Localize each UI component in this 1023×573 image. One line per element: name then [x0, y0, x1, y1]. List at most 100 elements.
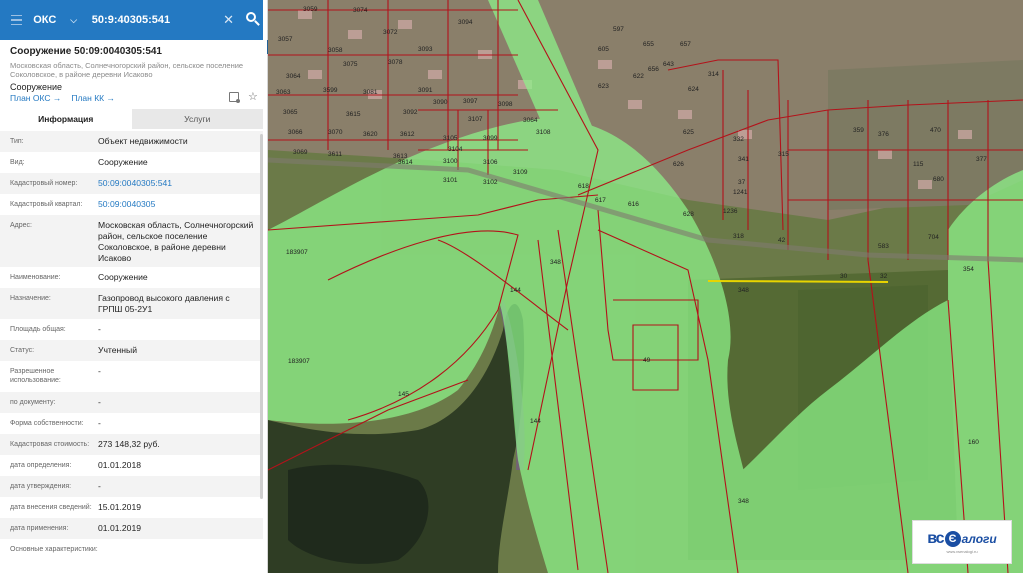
attribute-link[interactable]: 50:09:0040305 — [98, 194, 255, 210]
panel-scrollbar[interactable] — [260, 134, 263, 499]
parcel-label: 332 — [733, 136, 744, 143]
parcel-label: 145 — [398, 391, 409, 398]
parcel-label: 3059 — [303, 6, 318, 13]
parcel-label: 377 — [976, 156, 987, 163]
parcel-label: 1236 — [723, 208, 738, 215]
search-input[interactable] — [91, 8, 222, 32]
parcel-label: 30 — [840, 273, 848, 280]
tab-services[interactable]: Услуги — [131, 109, 263, 129]
attribute-row: Статус: Учтенный — [0, 340, 263, 361]
parcel-label: 348 — [550, 259, 561, 266]
parcel-label: 617 — [595, 197, 606, 204]
parcel-label: 348 — [738, 287, 749, 294]
parcel-label: 3065 — [283, 109, 298, 116]
attribute-row: Разрешенное использование: - — [0, 361, 263, 392]
panel-tabs: Информация Услуги — [0, 109, 263, 129]
parcel-label: 623 — [598, 83, 609, 90]
parcel-label: 3092 — [403, 109, 418, 116]
attribute-row: Кадастровая стоимость: 273 148,32 руб. — [0, 434, 263, 455]
parcel-label: 3105 — [443, 135, 458, 142]
parcel-label: 3069 — [293, 149, 308, 156]
attribute-value: - — [98, 418, 101, 428]
parcel-label: 3107 — [468, 116, 483, 123]
attribute-value: Объект недвижимости — [98, 136, 188, 146]
attribute-label: по документу: — [10, 399, 56, 406]
parcel-label: 318 — [733, 233, 744, 240]
parcel-label: 3614 — [398, 159, 413, 166]
object-header: Сооружение 50:09:0040305:541 Московская … — [10, 46, 260, 92]
attribute-value: Московская область, Солнечногорский райо… — [98, 220, 254, 263]
parcel-label: 144 — [530, 418, 541, 425]
parcel-label: 42 — [778, 237, 786, 244]
attribute-label: Назначение: — [10, 295, 51, 302]
parcel-label: 622 — [633, 73, 644, 80]
object-title: Сооружение 50:09:0040305:541 — [10, 46, 162, 57]
search-icon[interactable] — [243, 10, 263, 30]
info-panel: ОКС ⌵ ✕ Сооружение 50:09:0040305:541 Мос… — [0, 0, 268, 573]
parcel-label: 597 — [613, 26, 624, 33]
chevron-down-icon: ⌵ — [70, 14, 78, 25]
parcel-label: 160 — [968, 439, 979, 446]
parcel-label: 3063 — [276, 89, 291, 96]
attribute-label: Разрешенное использование: — [10, 368, 61, 384]
parcel-label: 3075 — [343, 61, 358, 68]
parcel-label: 704 — [928, 234, 939, 241]
attribute-label: Кадастровый номер: — [10, 180, 78, 187]
clear-icon[interactable]: ✕ — [222, 12, 236, 28]
cadastral-map[interactable]: 3059 3074 3057 3058 3072 3094 3093 3064 3075 3078… — [268, 0, 1023, 573]
attribute-row: Вид: Сооружение — [0, 152, 263, 173]
parcel-label: 643 — [663, 61, 674, 68]
document-search-icon[interactable] — [229, 92, 240, 103]
tab-info[interactable]: Информация — [0, 109, 132, 129]
parcel-label: 3074 — [353, 7, 368, 14]
attribute-value: 273 148,32 руб. — [98, 439, 160, 449]
attribute-list: Тип: Объект недвижимости Вид: Сооружение Кад… — [0, 131, 263, 570]
attribute-label: Площадь общая: — [10, 326, 66, 333]
parcel-label: 376 — [878, 131, 889, 138]
plan-kk-link[interactable]: План КК → — [71, 93, 115, 103]
parcel-label: 115 — [913, 161, 924, 168]
attribute-row: Кадастровый номер: 50:09:0040305:541 — [0, 173, 263, 194]
parcel-label: 3612 — [400, 131, 415, 138]
plan-oks-link[interactable]: План ОКС → — [10, 93, 61, 103]
parcel-label: 3058 — [328, 47, 343, 54]
parcel-label: 3104 — [448, 146, 463, 153]
parcel-label: 315 — [778, 151, 789, 158]
attribute-row: Основные характеристики: — [0, 539, 263, 570]
menu-icon[interactable] — [0, 0, 33, 40]
parcel-label: 3064 — [286, 73, 301, 80]
parcel-label: 183907 — [288, 358, 310, 365]
star-icon[interactable]: ☆ — [248, 92, 258, 103]
parcel-label: 3057 — [278, 36, 293, 43]
attribute-label: Кадастровый квартал: — [10, 201, 83, 208]
attribute-link[interactable]: 50:09:0040305:541 — [98, 173, 255, 189]
parcel-label: 314 — [708, 71, 719, 78]
attribute-row: Адрес: Московская область, Солнечногорски… — [0, 215, 263, 267]
parcel-label: 341 — [738, 156, 749, 163]
attribute-label: Адрес: — [10, 222, 32, 229]
parcel-label: 359 — [853, 127, 864, 134]
parcel-label: 3078 — [388, 59, 403, 66]
parcel-label: 3093 — [418, 46, 433, 53]
parcel-label: 583 — [878, 243, 889, 250]
parcel-label: 628 — [683, 211, 694, 218]
object-type-select[interactable]: ОКС ⌵ — [33, 0, 92, 40]
plan-links: План ОКС → План КК → — [10, 93, 115, 103]
parcel-label: 3611 — [328, 151, 342, 158]
parcel-label: 3108 — [536, 129, 551, 136]
parcel-label: 3070 — [328, 129, 343, 136]
parcel-label: 625 — [683, 129, 694, 136]
parcel-label: 3064 — [523, 117, 538, 124]
attribute-label: Статус: — [10, 347, 35, 354]
parcel-label: 37 — [738, 179, 746, 186]
parcel-label: 3091 — [418, 87, 433, 94]
parcel-label: 3090 — [433, 99, 448, 106]
attribute-value — [98, 539, 255, 544]
parcel-label: 3072 — [383, 29, 398, 36]
attribute-label: дата внесения сведений: — [10, 504, 92, 511]
parcel-label: 616 — [628, 201, 639, 208]
attribute-label: дата утверждения: — [10, 483, 72, 490]
object-address: Московская область, Солнечногорский райо… — [10, 61, 244, 79]
parcel-label: 49 — [643, 357, 651, 364]
attribute-label: Форма собственности: — [10, 420, 84, 427]
